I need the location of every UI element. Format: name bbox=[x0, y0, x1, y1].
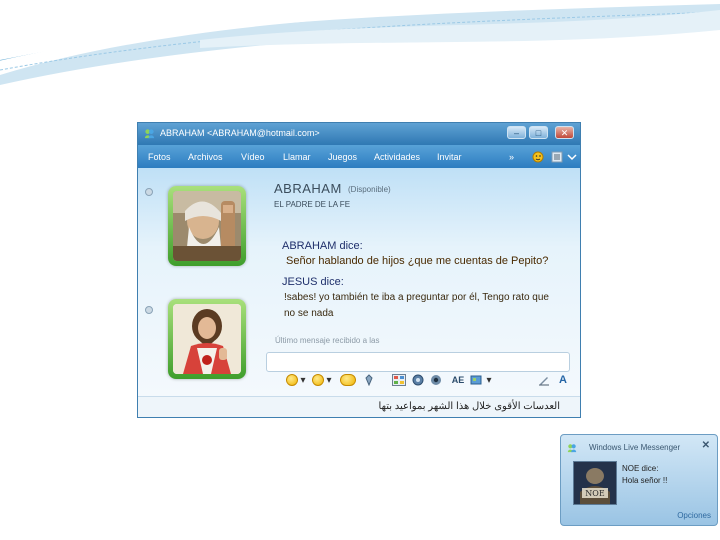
smile-dropdown-icon[interactable]: ▾ bbox=[299, 374, 307, 387]
popup-close-button[interactable]: ✕ bbox=[702, 440, 710, 451]
minimize-button[interactable]: – bbox=[507, 126, 526, 139]
contact-personal-message: EL PADRE DE LA FE bbox=[274, 200, 351, 209]
advertisement-text[interactable]: العدسات الأقوى خلال هذا الشهر بمواعيد بت… bbox=[379, 401, 560, 412]
contact-status: (Disponible) bbox=[348, 185, 391, 194]
menu-fotos[interactable]: Fotos bbox=[148, 152, 171, 162]
text-format-icon[interactable]: A bbox=[557, 374, 569, 387]
nudge-icon[interactable] bbox=[340, 374, 356, 386]
close-button[interactable]: ✕ bbox=[555, 126, 574, 139]
slide-top-decoration bbox=[0, 0, 720, 85]
menu-more[interactable]: » bbox=[509, 152, 514, 162]
webcam-icon[interactable] bbox=[430, 374, 442, 387]
pen-icon[interactable] bbox=[538, 374, 550, 387]
popup-message: Hola señor !! bbox=[622, 476, 668, 485]
message-text: Señor hablando de hijos ¿que me cuentas … bbox=[286, 255, 549, 267]
notification-popup[interactable]: Windows Live Messenger ✕ NOE NOE dice: H… bbox=[560, 434, 718, 526]
popup-title: Windows Live Messenger bbox=[589, 443, 681, 452]
message-input[interactable] bbox=[266, 352, 570, 372]
font-icon[interactable]: AE bbox=[450, 374, 466, 387]
menu-actividades[interactable]: Actividades bbox=[374, 152, 420, 162]
smile-icon[interactable] bbox=[286, 374, 298, 386]
menu-video[interactable]: Vídeo bbox=[241, 152, 265, 162]
messenger-window: ABRAHAM <ABRAHAM@hotmail.com> – □ ✕ Foto… bbox=[137, 122, 581, 418]
menu-invitar[interactable]: Invitar bbox=[437, 152, 462, 162]
message-text: !sabes! yo también te iba a preguntar po… bbox=[284, 292, 549, 319]
message-history: ABRAHAM dice: Señor hablando de hijos ¿q… bbox=[282, 240, 580, 340]
maximize-button[interactable]: □ bbox=[529, 126, 548, 139]
block-dropdown-icon[interactable]: ▾ bbox=[485, 374, 493, 387]
voice-clip-icon[interactable] bbox=[363, 374, 375, 387]
status-bar: العدسات الأقوى خلال هذا الشهر بمواعيد بت… bbox=[138, 396, 580, 417]
self-toggle-icon[interactable] bbox=[145, 306, 153, 314]
message-sender: ABRAHAM dice: bbox=[282, 240, 363, 252]
contact-avatar[interactable] bbox=[168, 186, 246, 266]
contact-toggle-icon[interactable] bbox=[145, 188, 153, 196]
abraham-picture bbox=[173, 191, 241, 261]
menu-icon[interactable] bbox=[566, 151, 578, 163]
self-avatar[interactable] bbox=[168, 299, 246, 379]
message-sender: JESUS dice: bbox=[282, 276, 344, 288]
wink-dropdown-icon[interactable]: ▾ bbox=[325, 374, 333, 387]
block-icon[interactable] bbox=[470, 374, 482, 387]
options-icon[interactable] bbox=[551, 151, 563, 163]
wink-icon[interactable] bbox=[312, 374, 324, 386]
last-message-label: Último mensaje recibido a las bbox=[275, 336, 380, 345]
messenger-icon bbox=[144, 129, 155, 139]
background-icon[interactable] bbox=[392, 374, 406, 387]
menu-llamar[interactable]: Llamar bbox=[283, 152, 311, 162]
popup-avatar: NOE bbox=[573, 461, 617, 505]
popup-options-link[interactable]: Opciones bbox=[677, 511, 711, 520]
noe-picture: NOE bbox=[574, 462, 616, 504]
conversation-area: ABRAHAM (Disponible) EL PADRE DE LA FE A… bbox=[138, 168, 580, 396]
window-title: ABRAHAM <ABRAHAM@hotmail.com> bbox=[160, 128, 320, 138]
contact-name: ABRAHAM bbox=[274, 181, 342, 196]
popup-sender: NOE dice: bbox=[622, 464, 659, 473]
jesus-picture bbox=[173, 304, 241, 374]
emoticon-toolbar: ▾ ▾ AE ▾ A bbox=[266, 372, 576, 390]
menu-juegos[interactable]: Juegos bbox=[328, 152, 357, 162]
menu-archivos[interactable]: Archivos bbox=[188, 152, 223, 162]
title-bar[interactable]: ABRAHAM <ABRAHAM@hotmail.com> – □ ✕ bbox=[138, 123, 580, 145]
winks-icon[interactable] bbox=[532, 151, 544, 163]
games-icon[interactable] bbox=[412, 374, 424, 387]
messenger-icon bbox=[567, 444, 577, 453]
svg-text:NOE: NOE bbox=[585, 489, 605, 498]
menu-bar: Fotos Archivos Vídeo Llamar Juegos Activ… bbox=[138, 145, 580, 168]
